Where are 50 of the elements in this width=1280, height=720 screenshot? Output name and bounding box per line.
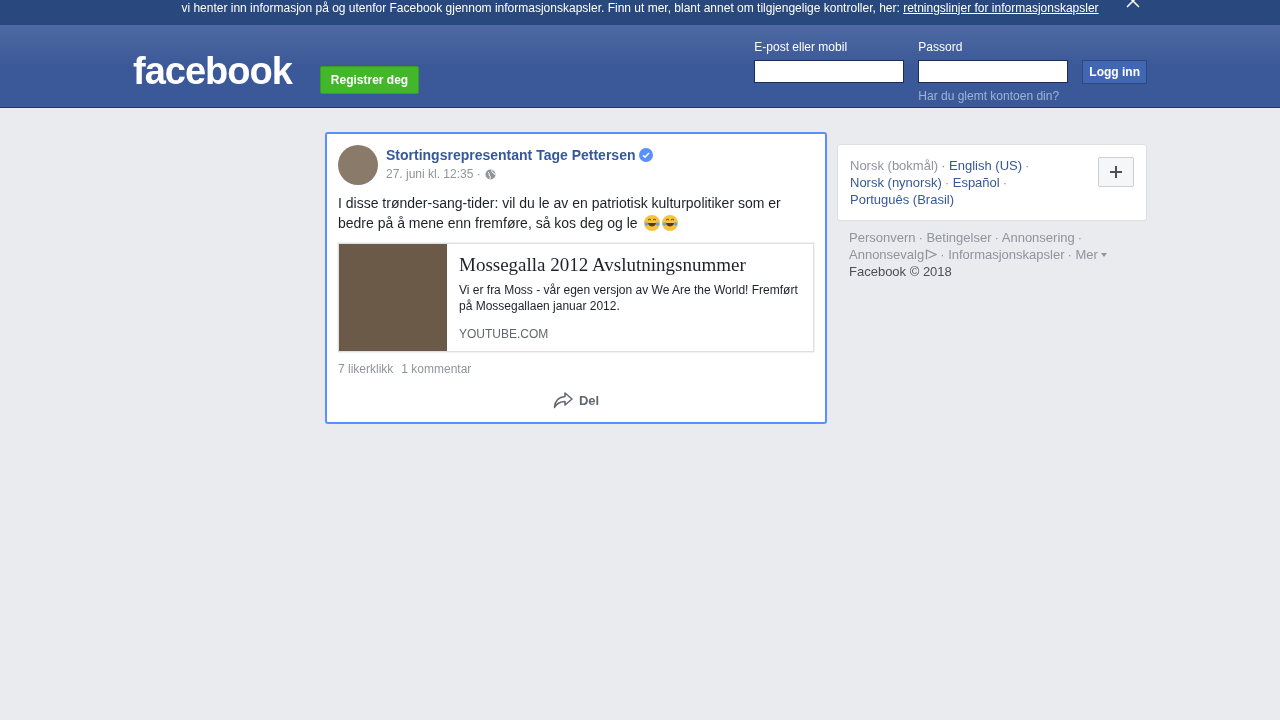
footer-link[interactable]: Personvern: [849, 230, 916, 245]
separator-dot: ·: [1025, 158, 1030, 173]
share-button[interactable]: Del: [546, 390, 606, 410]
footer-link[interactable]: Informasjonskapsler: [948, 247, 1065, 262]
language-link[interactable]: Português (Brasil): [850, 192, 955, 207]
caret-icon: [1100, 253, 1107, 257]
globe-icon: [484, 168, 496, 180]
separator-dot: ·: [940, 247, 945, 262]
login-button[interactable]: Logg inn: [1082, 60, 1147, 84]
author-name[interactable]: Stortingsrepresentant Tage Pettersen: [386, 147, 636, 163]
language-link[interactable]: Norsk (bokmål): [850, 158, 939, 173]
cookie-notice: vi henter inn informasjon på og utenfor Facebook gjennom informasjonskapsler. Finn ut mer, blant annet om tilgjengelige kontroller, her: retningslinjer for informasjonskapsler: [181, 0, 1099, 15]
like-count[interactable]: 7 likerklikk: [338, 362, 394, 376]
preview-domain: YOUTUBE.COM: [459, 327, 550, 341]
link-preview[interactable]: Mossegalla 2012 Avslutningsnummer Vi er fra Moss - vår egen versjon av We Are the World! Fremført på Mossegallaen januar 2012. YOUTUBE.COM: [338, 243, 814, 352]
copyright: Facebook © 2018: [849, 263, 953, 280]
field-label: Passord: [918, 40, 964, 54]
separator-dot: ·: [994, 230, 999, 245]
logo[interactable]: facebook: [133, 50, 292, 92]
footer-link[interactable]: Betingelser: [926, 230, 992, 245]
separator-dot: ·: [1077, 230, 1083, 245]
avatar[interactable]: [338, 145, 378, 185]
separator-dot: ·: [941, 158, 946, 173]
separator-dot: ·: [944, 175, 950, 190]
comment-count[interactable]: 1 kommentar: [401, 362, 472, 376]
laughing-emoji-icon: [643, 215, 660, 231]
plus-icon: [1110, 166, 1122, 178]
register-button[interactable]: Registrer deg: [319, 66, 420, 94]
cookie-policy-link[interactable]: retningslinjer for informasjonskapsler: [903, 0, 1099, 15]
post-text: I disse trønder-sang-tider: vil du le av en patriotisk kulturpolitiker som er bedre på å mene enn fremføre, så kos deg og le: [338, 194, 782, 233]
separator-dot: ·: [918, 230, 923, 245]
footer-link[interactable]: Annonsevalg: [849, 247, 938, 262]
footer-link[interactable]: Annonsering: [1001, 230, 1075, 245]
share-arrow-icon: [552, 391, 573, 409]
laughing-emoji-icon: [661, 215, 678, 231]
language-link[interactable]: Norsk (nynorsk): [850, 175, 942, 190]
field-label: E-post eller mobil: [754, 40, 849, 54]
language-link[interactable]: English (US): [949, 158, 1023, 173]
language-link[interactable]: Español: [952, 175, 1000, 190]
email-field[interactable]: [754, 60, 905, 83]
forgot-account-link[interactable]: Har du glemt kontoen din?: [918, 89, 1069, 103]
add-language-button[interactable]: [1098, 157, 1134, 187]
footer-link[interactable]: Mer: [1075, 247, 1107, 262]
ad-choices-icon: [925, 249, 938, 260]
post-time[interactable]: 27. juni kl. 12:35 ·: [386, 167, 481, 181]
preview-description: Vi er fra Moss - vår egen versjon av We Are the World! Fremført på Mossegallaen januar 2012.: [459, 282, 799, 314]
preview-title: Mossegalla 2012 Avslutningsnummer: [459, 254, 747, 276]
separator-dot: ·: [1002, 175, 1008, 190]
separator-dot: ·: [1067, 247, 1072, 262]
password-field[interactable]: [918, 60, 1069, 83]
